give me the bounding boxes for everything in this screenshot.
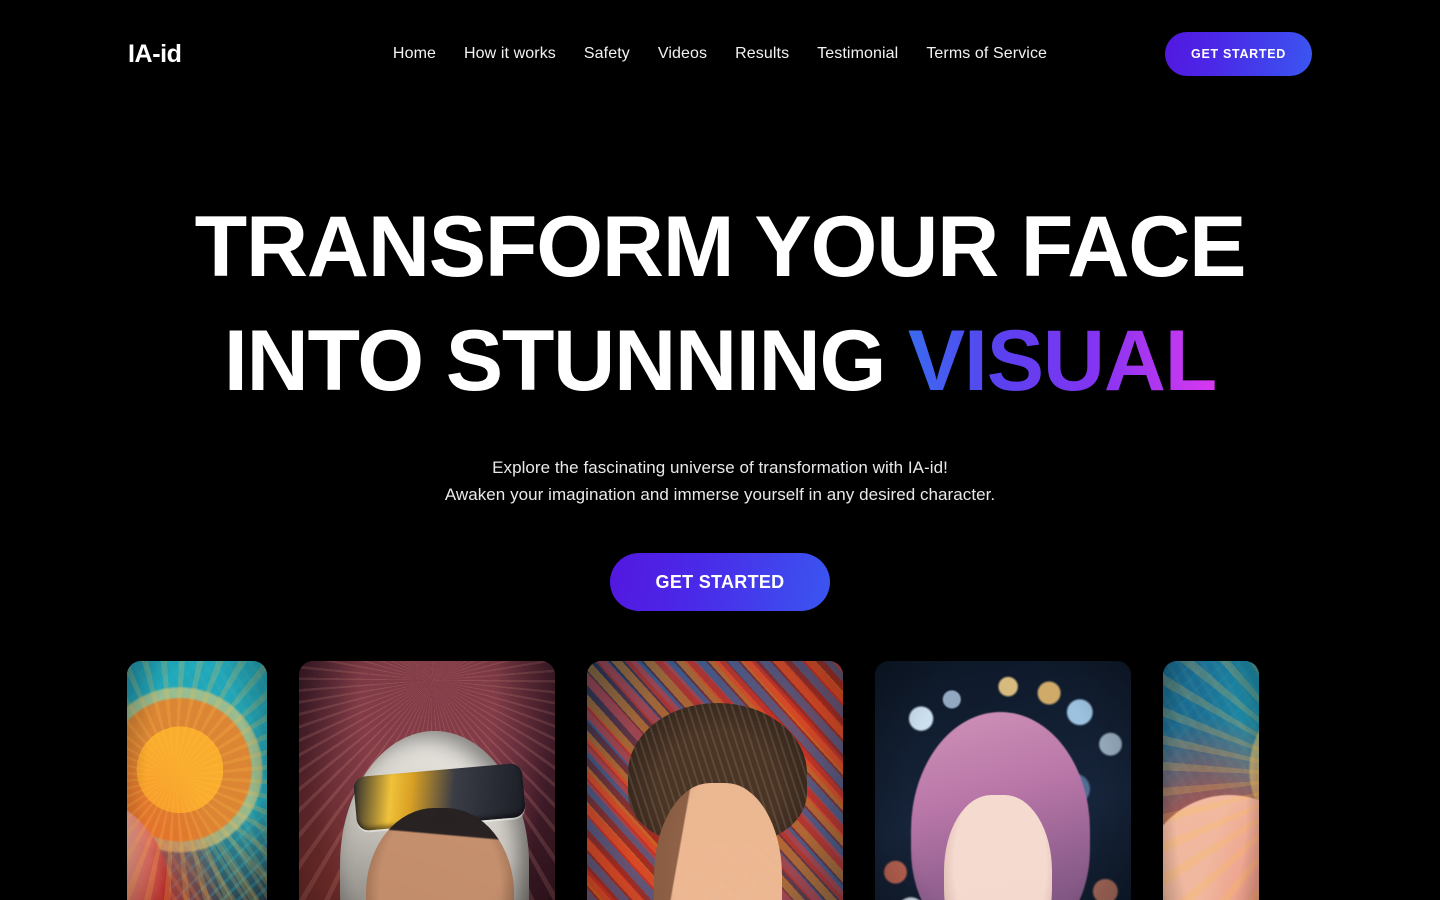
header-get-started-button[interactable]: GET STARTED [1165, 32, 1312, 76]
hero-subtitle: Explore the fascinating universe of tran… [0, 454, 1440, 508]
hero-headline: TRANSFORM YOUR FACE INTO STUNNING VISUAL [0, 190, 1440, 418]
nav-item-safety[interactable]: Safety [584, 45, 630, 63]
hero-subtitle-line-2: Awaken your imagination and immerse your… [444, 485, 996, 504]
painterly-curly-hair-man-portrait-image [587, 661, 843, 900]
hero-headline-line-1: TRANSFORM YOUR FACE [194, 199, 1247, 295]
nav-item-home[interactable]: Home [393, 45, 436, 63]
hero-headline-line-2: INTO STUNNING VISUAL [0, 304, 1440, 418]
ornate-psychedelic-woman-portrait-2-image [1163, 661, 1259, 900]
pink-hair-woman-city-bokeh-portrait-image [875, 661, 1131, 900]
goggles-detail [353, 762, 527, 832]
gallery-card-1[interactable] [127, 661, 267, 900]
hero-headline-accent-word: VISUAL [907, 313, 1217, 409]
gallery-track[interactable] [127, 661, 1259, 900]
nav-item-videos[interactable]: Videos [658, 45, 707, 63]
hero-headline-line-2-plain: INTO STUNNING [223, 313, 908, 409]
brand-logo[interactable]: IA-id [128, 40, 182, 69]
nav-item-results[interactable]: Results [735, 45, 789, 63]
ornate-psychedelic-woman-portrait-image [127, 661, 267, 900]
nav-item-how-it-works[interactable]: How it works [464, 45, 556, 63]
site-header: IA-id Home How it works Safety Videos Re… [0, 0, 1440, 108]
hero-subtitle-line-1: Explore the fascinating universe of tran… [492, 458, 948, 477]
hero-section: TRANSFORM YOUR FACE INTO STUNNING VISUAL… [0, 108, 1440, 611]
gallery-card-2[interactable] [299, 661, 555, 900]
image-gallery-carousel[interactable] [0, 661, 1440, 900]
landing-page: IA-id Home How it works Safety Videos Re… [0, 0, 1440, 900]
astronaut-pilot-helmet-portrait-image [299, 661, 555, 900]
nav-item-terms-of-service[interactable]: Terms of Service [926, 45, 1047, 63]
hero-get-started-button[interactable]: GET STARTED [609, 553, 831, 611]
nav-item-testimonial[interactable]: Testimonial [817, 45, 898, 63]
gallery-card-3[interactable] [587, 661, 843, 900]
main-navigation: Home How it works Safety Videos Results … [393, 45, 1047, 63]
gallery-card-5[interactable] [1163, 661, 1259, 900]
gallery-card-4[interactable] [875, 661, 1131, 900]
